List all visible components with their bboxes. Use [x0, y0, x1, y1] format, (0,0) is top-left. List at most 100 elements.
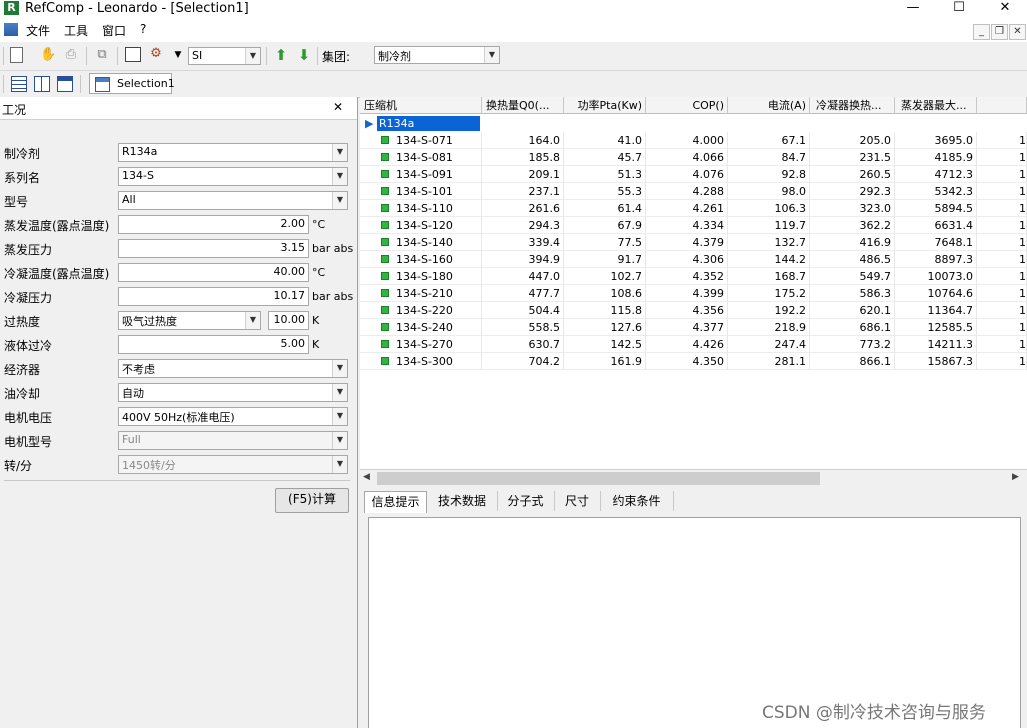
subcooling-unit: K: [312, 338, 320, 351]
evap-pressure-input[interactable]: 3.15: [118, 239, 309, 258]
refrigerant-select[interactable]: R134a ▼: [118, 143, 348, 162]
print-preview-icon[interactable]: ⎙: [63, 47, 79, 63]
unit-system-select[interactable]: SI ▼: [188, 47, 261, 65]
arrow-up-icon[interactable]: ⬆: [273, 47, 289, 63]
table-row[interactable]: 134-S-071 164.0 41.0 4.000 67.1 205.0 3695.0 1: [360, 132, 1027, 149]
cell-compressor: 134-S-240: [360, 319, 482, 336]
motor-voltage-value: 400V 50Hz(标准电压): [122, 411, 235, 424]
series-select[interactable]: 134-S ▼: [118, 167, 348, 186]
split-layout-icon[interactable]: [57, 76, 73, 92]
arrow-down-icon[interactable]: ⬇: [296, 47, 312, 63]
calculate-button[interactable]: (F5)计算: [275, 488, 349, 513]
table-row[interactable]: 134-S-240 558.5 127.6 4.377 218.9 686.1 12585.…: [360, 319, 1027, 336]
mdi-minimize-button[interactable]: _: [973, 24, 990, 40]
chevron-down-icon: ▼: [332, 408, 347, 425]
menu-tools[interactable]: 工具: [64, 22, 88, 39]
speed-value: 1450转/分: [122, 459, 176, 472]
column-header-power[interactable]: 功率Pta(Kw): [564, 97, 646, 114]
cond-temp-input[interactable]: 40.00: [118, 263, 309, 282]
table-row[interactable]: 134-S-160 394.9 91.7 4.306 144.2 486.5 8897.3 1: [360, 251, 1027, 268]
cell-condenser: 231.5: [810, 149, 895, 166]
chevron-down-icon: ▼: [245, 48, 260, 64]
speed-select[interactable]: 1450转/分 ▼: [118, 455, 348, 474]
tab-formula[interactable]: 分子式: [497, 491, 555, 511]
model-select[interactable]: All ▼: [118, 191, 348, 210]
settings-gears-icon[interactable]: ⚙: [148, 46, 164, 62]
scroll-right-icon[interactable]: ▶: [1012, 472, 1019, 482]
tab-selection1[interactable]: Selection1: [89, 73, 175, 94]
cell-evaporator: 10073.0: [895, 268, 977, 285]
subcooling-input[interactable]: 5.00: [118, 335, 309, 354]
dropdown-arrow-icon[interactable]: ▼: [170, 47, 186, 63]
copy-icon[interactable]: ⧉: [94, 47, 110, 63]
table-row[interactable]: 134-S-081 185.8 45.7 4.066 84.7 231.5 4185.9 1: [360, 149, 1027, 166]
cell-current: 132.7: [728, 234, 810, 251]
table-row[interactable]: 134-S-210 477.7 108.6 4.399 175.2 586.3 10764.…: [360, 285, 1027, 302]
minimize-button[interactable]: —: [890, 0, 936, 18]
panel-close-icon[interactable]: ✕: [333, 100, 343, 114]
table-row[interactable]: 134-S-101 237.1 55.3 4.288 98.0 292.3 5342.3 1: [360, 183, 1027, 200]
mdi-close-button[interactable]: ✕: [1009, 24, 1026, 40]
column-header-current[interactable]: 电流(A): [728, 97, 810, 114]
vertical-layout-icon[interactable]: [34, 76, 50, 92]
cell-overflow: 1: [977, 166, 1027, 183]
motor-voltage-label: 电机电压: [4, 411, 53, 425]
cell-compressor: 134-S-300: [360, 353, 482, 370]
evap-temp-unit: °C: [312, 218, 326, 231]
window-layout-icon[interactable]: [125, 47, 141, 62]
column-header-cop[interactable]: COP(): [646, 97, 728, 114]
cell-compressor: 134-S-091: [360, 166, 482, 183]
table-row[interactable]: 134-S-110 261.6 61.4 4.261 106.3 323.0 5894.5 1: [360, 200, 1027, 217]
motor-voltage-select[interactable]: 400V 50Hz(标准电压) ▼: [118, 407, 348, 426]
scroll-left-icon[interactable]: ◀: [363, 472, 370, 482]
cell-condenser: 549.7: [810, 268, 895, 285]
cell-current: 281.1: [728, 353, 810, 370]
tab-dimensions[interactable]: 尺寸: [554, 491, 601, 511]
tab-constraints[interactable]: 约束条件: [600, 491, 674, 511]
group-select[interactable]: 制冷剂 ▼: [374, 46, 500, 64]
menu-file[interactable]: 文件: [26, 22, 50, 39]
horizontal-layout-icon[interactable]: [11, 76, 27, 92]
cond-temp-value: 40.00: [273, 265, 306, 278]
table-row[interactable]: 134-S-140 339.4 77.5 4.379 132.7 416.9 7648.1 1: [360, 234, 1027, 251]
tab-info[interactable]: 信息提示: [364, 491, 427, 513]
expand-arrow-icon[interactable]: ▶: [365, 117, 373, 130]
cond-pressure-input[interactable]: 10.17: [118, 287, 309, 306]
superheat-input[interactable]: 10.00: [268, 311, 309, 330]
main-toolbar: ✋ ⎙ ⧉ ⚙ ▼ SI ▼ ⬆ ⬇ 集团: 制冷剂 ▼: [0, 42, 1027, 71]
close-button[interactable]: ✕: [982, 0, 1027, 18]
column-header-capacity[interactable]: 换热量Q0(...: [482, 97, 564, 114]
economizer-select[interactable]: 不考虑 ▼: [118, 359, 348, 378]
table-row[interactable]: 134-S-300 704.2 161.9 4.350 281.1 866.1 15867.…: [360, 353, 1027, 370]
table-row[interactable]: 134-S-180 447.0 102.7 4.352 168.7 549.7 10073.…: [360, 268, 1027, 285]
evap-temp-input[interactable]: 2.00: [118, 215, 309, 234]
cell-power: 51.3: [564, 166, 646, 183]
table-row[interactable]: 134-S-220 504.4 115.8 4.356 192.2 620.1 11364.…: [360, 302, 1027, 319]
motor-type-select[interactable]: Full ▼: [118, 431, 348, 450]
group-row[interactable]: ▶ R134a: [360, 115, 1027, 132]
table-row[interactable]: 134-S-270 630.7 142.5 4.426 247.4 773.2 14211.…: [360, 336, 1027, 353]
menu-window[interactable]: 窗口: [102, 22, 126, 39]
table-row[interactable]: 134-S-120 294.3 67.9 4.334 119.7 362.2 6631.4 1: [360, 217, 1027, 234]
horizontal-scrollbar[interactable]: ◀ ▶: [360, 469, 1027, 487]
hand-icon[interactable]: ✋: [40, 47, 56, 63]
menu-bar: 文件 工具 窗口 ?: [0, 18, 1027, 42]
column-header-condenser[interactable]: 冷凝器换热...: [810, 97, 895, 114]
tab-tech-data[interactable]: 技术数据: [427, 491, 498, 511]
chevron-down-icon: ▼: [332, 168, 347, 185]
scrollbar-thumb[interactable]: [377, 472, 820, 485]
model-value: All: [122, 193, 136, 206]
column-header-compressor[interactable]: 压缩机: [360, 97, 482, 114]
refrigerant-value: R134a: [122, 145, 158, 158]
maximize-button[interactable]: ☐: [936, 0, 982, 18]
cell-overflow: 1: [977, 353, 1027, 370]
cell-current: 119.7: [728, 217, 810, 234]
column-header-evaporator[interactable]: 蒸发器最大...: [895, 97, 977, 114]
oil-cooling-select[interactable]: 自动 ▼: [118, 383, 348, 402]
new-file-icon[interactable]: [10, 47, 23, 63]
superheat-mode-select[interactable]: 吸气过热度 ▼: [118, 311, 261, 330]
mdi-restore-button[interactable]: ❐: [991, 24, 1008, 40]
table-row[interactable]: 134-S-091 209.1 51.3 4.076 92.8 260.5 4712.3 1: [360, 166, 1027, 183]
cell-capacity: 209.1: [482, 166, 564, 183]
menu-help[interactable]: ?: [140, 22, 146, 36]
